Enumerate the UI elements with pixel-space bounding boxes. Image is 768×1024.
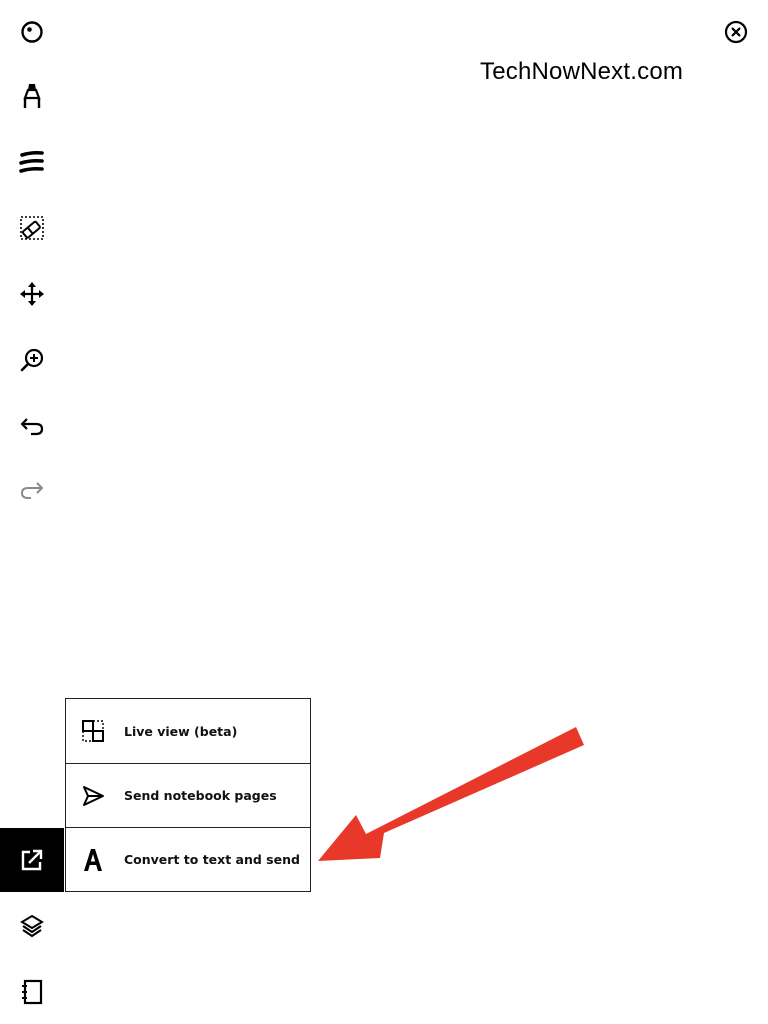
menu-item-label: Live view (beta) (124, 723, 238, 739)
toolbar-undo-button[interactable] (0, 394, 64, 458)
undo-icon (20, 418, 44, 436)
menu-item-label: Convert to text and send (124, 852, 300, 867)
notebook-icon (22, 979, 43, 1005)
toolbar-eraser-button[interactable] (0, 196, 64, 260)
move-icon (20, 282, 44, 306)
menu-item-live-view[interactable]: Live view (beta) (66, 699, 310, 763)
share-menu: Live view (beta) Send notebook pages Con… (65, 698, 311, 892)
zoom-in-icon (20, 348, 44, 372)
toolbar-pen-settings-button[interactable] (0, 0, 64, 64)
layers-icon (20, 914, 44, 938)
letter-a-icon (80, 847, 106, 873)
menu-item-send-notebook-pages[interactable]: Send notebook pages (66, 763, 310, 827)
toolbar-zoom-button[interactable] (0, 328, 64, 392)
toolbar-share-button[interactable] (0, 828, 64, 892)
menu-item-label: Send notebook pages (124, 788, 277, 803)
toolbar-move-button[interactable] (0, 262, 64, 326)
toolbar-layers-button[interactable] (0, 894, 64, 958)
toolbar-notebook-button[interactable] (0, 960, 64, 1024)
stroke-icon (19, 150, 44, 173)
redo-icon (20, 482, 43, 499)
marker-icon (23, 84, 41, 108)
circle-dot-icon (21, 21, 43, 43)
watermark-text: TechNowNext.com (480, 58, 684, 85)
live-view-icon (80, 718, 106, 744)
share-icon (21, 849, 43, 871)
toolbar-redo-button[interactable] (0, 458, 64, 522)
close-button[interactable] (716, 12, 756, 52)
toolbar-brush-button[interactable] (0, 130, 64, 194)
eraser-icon (20, 216, 44, 240)
toolbar-marker-button[interactable] (0, 64, 64, 128)
menu-item-convert-to-text[interactable]: Convert to text and send (66, 827, 310, 891)
send-icon (80, 783, 106, 809)
close-icon (724, 20, 748, 44)
